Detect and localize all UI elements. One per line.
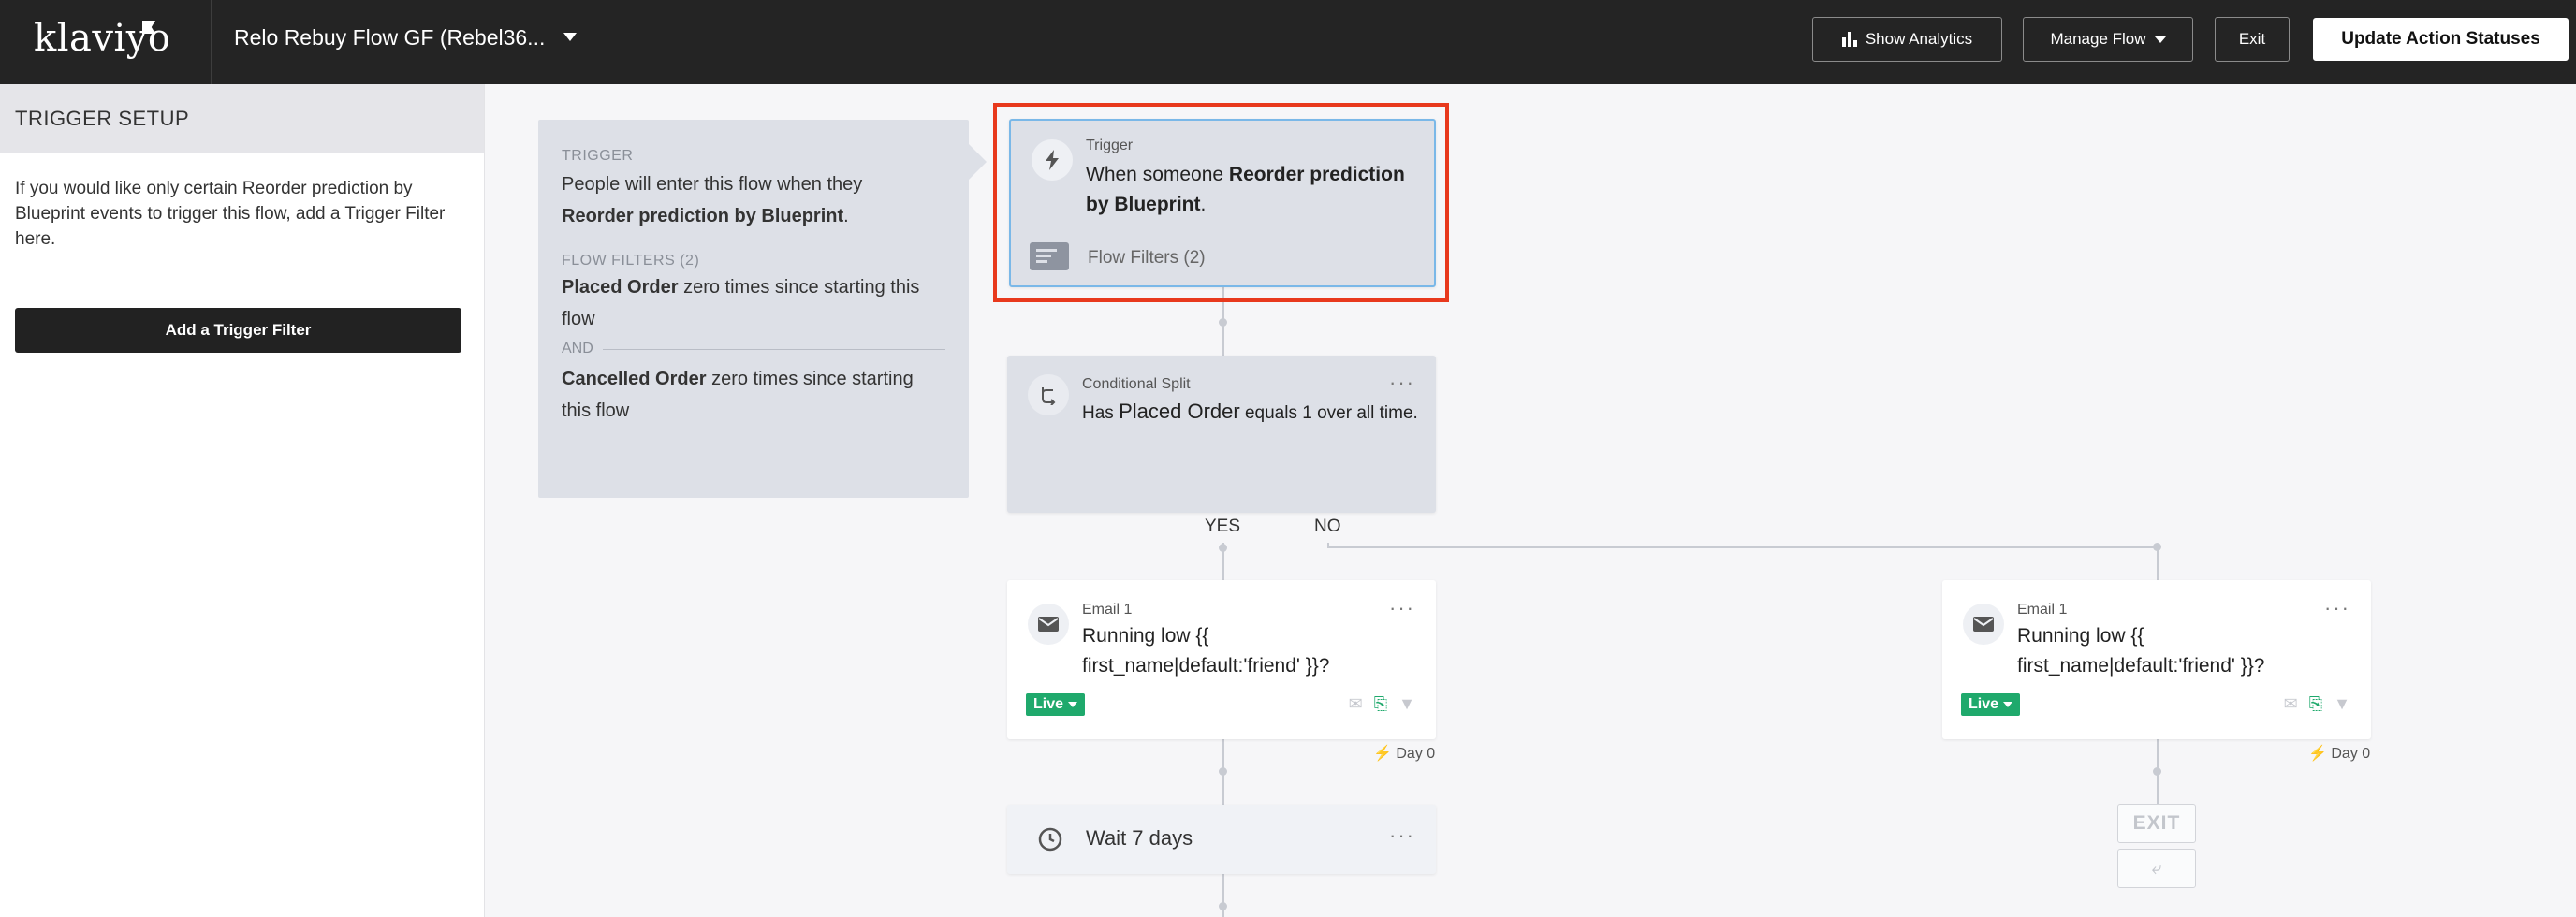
email-label: Email 1	[1082, 602, 1133, 618]
trigger-prefix: When someone	[1086, 164, 1229, 185]
envelope-icon	[1028, 604, 1069, 645]
filter-icon[interactable]: ▼	[2334, 694, 2350, 714]
yes-branch-label: YES	[1205, 517, 1241, 536]
trigger-period: .	[843, 206, 849, 226]
live-status-dropdown[interactable]: Live	[1026, 693, 1086, 716]
top-bar: klaviyo Relo Rebuy Flow GF (Rebel36... S…	[0, 0, 2576, 84]
email-subject: Running low {{ first_name|default:'frien…	[2017, 625, 2265, 677]
trigger-setup-sidebar: TRIGGER SETUP If you would like only cer…	[0, 84, 485, 917]
trigger-node-title: When someone Reorder prediction by Bluep…	[1086, 160, 1423, 220]
manage-flow-button[interactable]: Manage Flow	[2023, 17, 2193, 62]
connector-dot	[1219, 544, 1227, 552]
trigger-info-panel: TRIGGER People will enter this flow when…	[538, 120, 969, 498]
trigger-event-name: Reorder prediction by Blueprint	[562, 206, 844, 226]
time-delay-node[interactable]: Wait 7 days ···	[1007, 805, 1436, 874]
trigger-suffix: .	[1200, 194, 1207, 215]
envelope-icon	[1963, 604, 2004, 645]
more-options-icon[interactable]: ···	[1389, 371, 1415, 395]
email-actions: ✉ ⎘ ▼	[1349, 694, 1415, 714]
split-pre: Has	[1082, 403, 1120, 423]
exit-node[interactable]: EXIT	[2117, 804, 2196, 843]
email-node-yes[interactable]: Email 1 ··· Running low {{ first_name|de…	[1007, 580, 1436, 739]
split-metric: Placed Order	[1119, 400, 1240, 423]
day-indicator: ⚡ Day 0	[2308, 746, 2371, 762]
chevron-down-icon	[2003, 702, 2013, 707]
tracking-icon[interactable]: ⎘	[2309, 694, 2322, 714]
wait-duration: Wait 7 days	[1086, 826, 1193, 850]
split-arrows-icon	[1028, 374, 1069, 415]
flow-filters-label: FLOW FILTERS (2)	[562, 253, 700, 269]
tracking-icon[interactable]: ⎘	[1374, 694, 1387, 714]
day-indicator: ⚡ Day 0	[1373, 746, 1436, 762]
more-options-icon[interactable]: ···	[2324, 596, 2350, 620]
email-node-no[interactable]: Email 1 ··· Running low {{ first_name|de…	[1942, 580, 2371, 739]
filter-1-metric: Placed Order	[562, 277, 679, 298]
more-options-icon[interactable]: ···	[1389, 596, 1415, 620]
filter-list-icon	[1030, 242, 1069, 270]
connector-line	[1222, 874, 1224, 917]
chevron-down-icon	[1068, 702, 1078, 707]
show-analytics-label: Show Analytics	[1865, 30, 1973, 48]
trigger-node-label: Trigger	[1086, 138, 1134, 153]
trigger-description: People will enter this flow when they Re…	[562, 168, 945, 232]
filter-2-metric: Cancelled Order	[562, 369, 707, 389]
trigger-node[interactable]: Trigger When someone Reorder prediction …	[1009, 119, 1436, 287]
clock-icon	[1030, 819, 1071, 860]
flow-filter-2: Cancelled Order zero times since startin…	[562, 363, 945, 427]
split-rest: equals 1 over all time.	[1239, 403, 1418, 423]
divider	[211, 0, 212, 84]
and-label: AND	[562, 341, 593, 357]
update-action-statuses-button[interactable]: Update Action Statuses	[2313, 18, 2569, 61]
smart-sending-icon[interactable]: ✉	[2284, 694, 2298, 714]
trigger-description-text: People will enter this flow when they	[562, 174, 863, 195]
trigger-section-label: TRIGGER	[562, 148, 634, 164]
no-branch-label: NO	[1314, 517, 1341, 536]
info-panel-pointer	[968, 143, 987, 181]
manage-flow-label: Manage Flow	[2050, 30, 2146, 48]
filter-icon[interactable]: ▼	[1398, 694, 1415, 714]
split-condition: Has Placed Order equals 1 over all time.	[1082, 397, 1419, 429]
live-status-dropdown[interactable]: Live	[1961, 693, 2021, 716]
connector-dot	[1219, 767, 1227, 776]
connector-line	[1327, 546, 2159, 548]
live-status-label: Live	[1969, 696, 1999, 712]
flow-filters-link[interactable]: Flow Filters (2)	[1088, 248, 1206, 269]
show-analytics-button[interactable]: Show Analytics	[1812, 17, 2002, 62]
bar-chart-icon	[1841, 32, 1857, 47]
connector-line	[2157, 546, 2159, 580]
live-status-label: Live	[1033, 696, 1064, 712]
conditional-split-label: Conditional Split	[1082, 376, 1191, 392]
sidebar-description: If you would like only certain Reorder p…	[15, 179, 446, 249]
flow-name[interactable]: Relo Rebuy Flow GF (Rebel36...	[234, 25, 545, 51]
conditional-split-node[interactable]: Conditional Split ··· Has Placed Order e…	[1007, 356, 1436, 513]
connector-dot	[1219, 902, 1227, 910]
email-subject: Running low {{ first_name|default:'frien…	[1082, 625, 1330, 677]
flow-name-dropdown-icon[interactable]	[564, 33, 577, 41]
email-actions: ✉ ⎘ ▼	[2284, 694, 2350, 714]
add-trigger-filter-button[interactable]: Add a Trigger Filter	[15, 308, 461, 353]
chevron-down-icon	[2154, 36, 2166, 43]
more-options-icon[interactable]: ···	[1389, 823, 1415, 848]
sidebar-heading: TRIGGER SETUP	[0, 84, 484, 153]
connector-dot	[2153, 767, 2161, 776]
day-label: Day 0	[1396, 746, 1436, 762]
day-label: Day 0	[2331, 746, 2371, 762]
exit-button[interactable]: Exit	[2215, 17, 2290, 62]
and-divider: AND	[562, 341, 945, 357]
add-branch-icon[interactable]: ⤶	[2117, 849, 2196, 888]
lightning-icon	[1032, 139, 1073, 181]
connector-dot	[1219, 318, 1227, 327]
email-label: Email 1	[2017, 602, 2068, 618]
smart-sending-icon[interactable]: ✉	[1349, 694, 1363, 714]
flow-filter-1: Placed Order zero times since starting t…	[562, 271, 945, 335]
